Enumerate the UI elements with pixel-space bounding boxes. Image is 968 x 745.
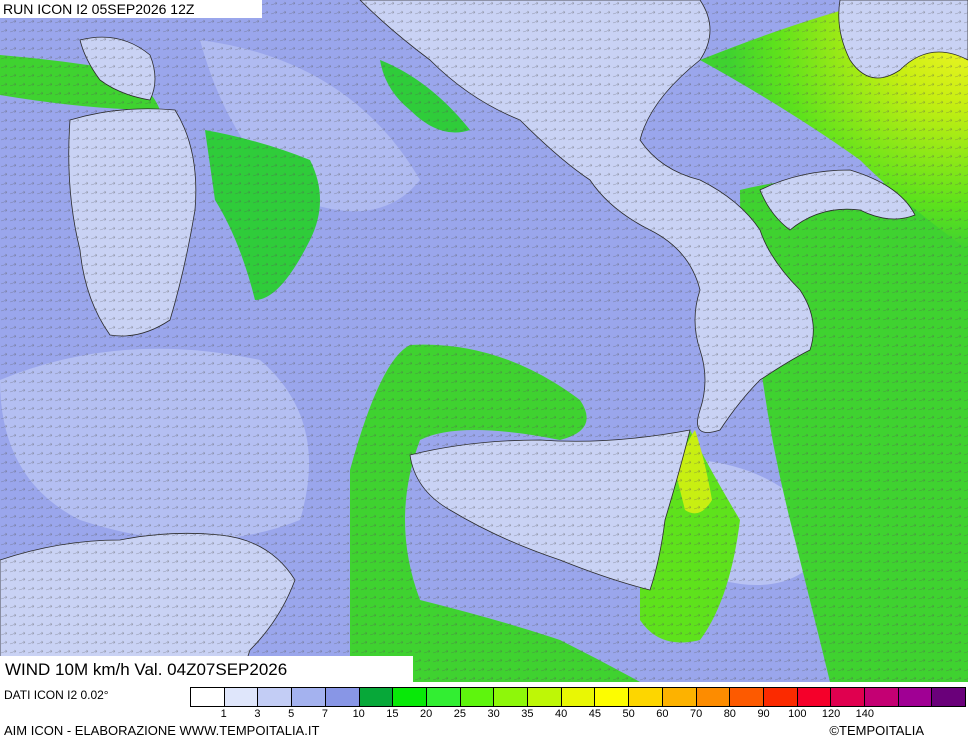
wind-arrows-overlay	[0, 0, 968, 682]
copyright-icon: ©	[829, 723, 839, 738]
run-label: RUN ICON I2 05SEP2026 12Z	[0, 0, 262, 18]
legend-swatch	[460, 688, 495, 706]
legend-tick-label: 60	[656, 708, 669, 720]
legend-swatch	[325, 688, 360, 706]
legend-tick-label: 80	[723, 708, 736, 720]
legend-swatch	[494, 688, 529, 706]
legend-swatch	[426, 688, 461, 706]
map-title: WIND 10M km/h Val. 04Z07SEP2026	[0, 656, 413, 683]
legend-swatch	[865, 688, 899, 706]
credit-line: AIM ICON - ELABORAZIONE WWW.TEMPOITALIA.…	[4, 723, 320, 738]
legend-ticks: 1 3 5 7 10 15 20 25 30 35 40 45 50 60 70 80 90 100 120 140	[190, 708, 966, 722]
brand-label: ©TEMPOITALIA	[829, 723, 924, 738]
legend-swatch	[898, 688, 933, 706]
legend-tick-label: 20	[420, 708, 433, 720]
legend-swatch	[292, 688, 326, 706]
legend-tick-label: 120	[821, 708, 841, 720]
legend-swatch	[561, 688, 596, 706]
legend-tick-label: 45	[588, 708, 601, 720]
legend-swatch	[393, 688, 427, 706]
data-source: DATI ICON I2 0.02°	[4, 688, 109, 702]
legend-swatch	[191, 688, 225, 706]
legend-tick-label: 70	[689, 708, 703, 720]
legend-swatch	[258, 688, 293, 706]
color-legend	[190, 687, 966, 707]
legend-tick-label: 25	[453, 708, 467, 720]
legend-swatch	[763, 688, 798, 706]
legend-swatch	[224, 688, 259, 706]
legend-tick-label: 35	[521, 708, 534, 720]
legend-tick-label: 1	[220, 708, 227, 720]
legend-tick-label: 30	[487, 708, 500, 720]
legend-tick-label: 40	[555, 708, 568, 720]
legend-tick-label: 15	[386, 708, 399, 720]
legend-swatch	[831, 688, 866, 706]
legend-swatch	[696, 688, 731, 706]
legend-swatch	[359, 688, 394, 706]
legend-tick-label: 90	[757, 708, 770, 720]
legend-swatch	[528, 688, 562, 706]
legend-tick-label: 5	[288, 708, 295, 720]
legend-swatch	[797, 688, 832, 706]
legend-swatch	[595, 688, 630, 706]
legend-swatch	[662, 688, 697, 706]
wind-map	[0, 0, 968, 682]
legend-tick-label: 10	[352, 708, 365, 720]
legend-swatch	[629, 688, 663, 706]
brand-text: TEMPOITALIA	[839, 723, 924, 738]
legend-tick-label: 7	[321, 708, 329, 720]
legend-swatch	[730, 688, 764, 706]
legend-swatch	[932, 688, 966, 706]
legend-tick-label: 3	[254, 708, 261, 720]
legend-tick-label: 100	[788, 708, 807, 720]
legend-tick-label: 140	[855, 708, 874, 720]
legend-tick-label: 50	[622, 708, 635, 720]
